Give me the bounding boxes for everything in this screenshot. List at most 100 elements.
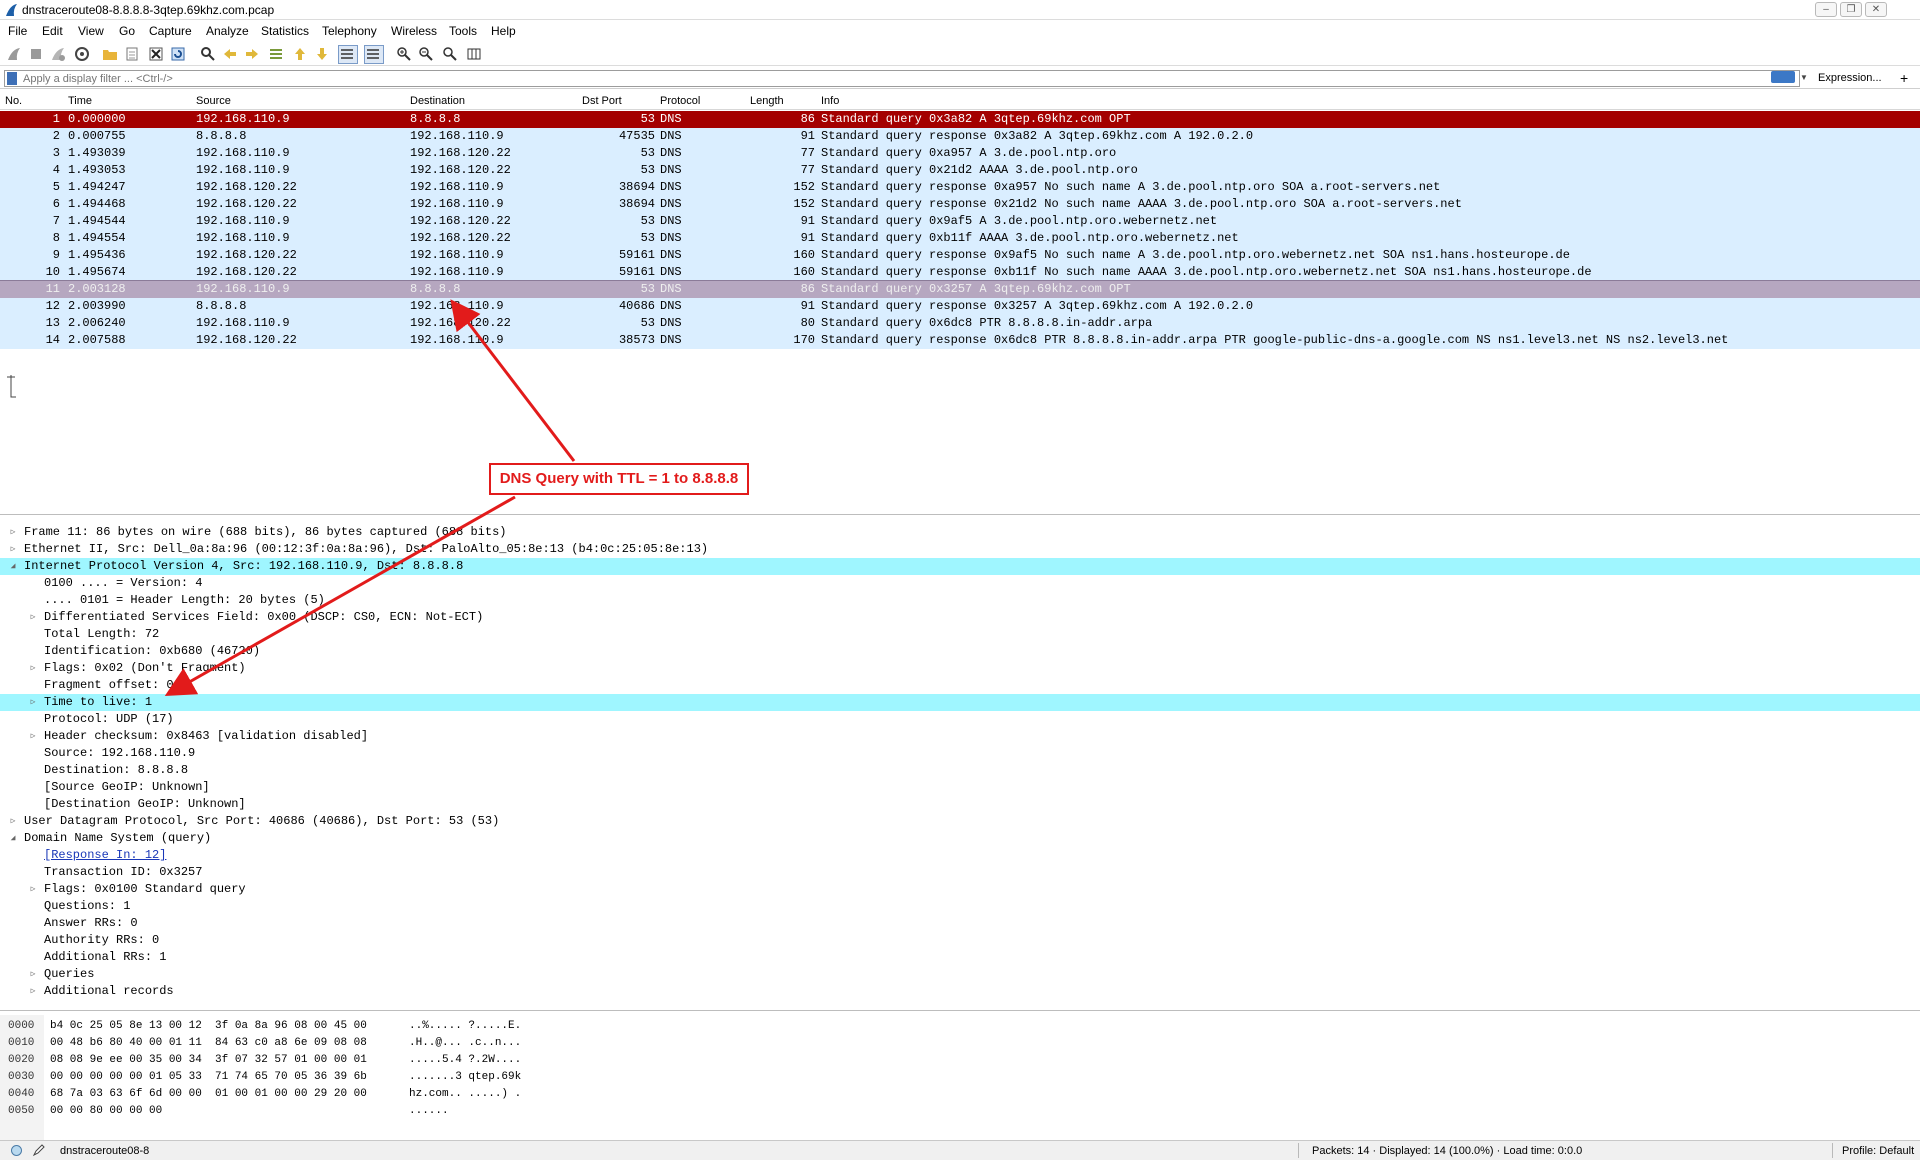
detail-tree-item[interactable]: ▷ User Datagram Protocol, Src Port: 40686… — [0, 813, 1920, 830]
detail-tree-item[interactable]: Destination: 8.8.8.8 — [0, 762, 1920, 779]
column-header-destination[interactable]: Destination — [410, 95, 465, 107]
column-header-time[interactable]: Time — [68, 95, 92, 107]
detail-tree-item[interactable]: ▷ Time to live: 1 — [0, 694, 1920, 711]
menu-statistics[interactable]: Statistics — [261, 24, 309, 38]
packet-row[interactable]: 14 2.007588 192.168.120.22 192.168.110.9 385… — [0, 332, 1920, 349]
expression-button[interactable]: Expression... — [1818, 72, 1882, 84]
packet-row[interactable]: 1 0.000000 192.168.110.9 8.8.8.8 53 DNS 86 Stan… — [0, 111, 1920, 128]
detail-tree-item[interactable]: Answer RRs: 0 — [0, 915, 1920, 932]
detail-tree-item[interactable]: ◢ Domain Name System (query) — [0, 830, 1920, 847]
bytes-hex[interactable]: 00 48 b6 80 40 00 01 11 84 63 c0 a8 6e 0… — [50, 1036, 367, 1050]
detail-tree-item[interactable]: [Destination GeoIP: Unknown] — [0, 796, 1920, 813]
last-packet-icon[interactable] — [314, 46, 330, 62]
filter-dropdown-icon[interactable]: ▼ — [1800, 73, 1810, 83]
bytes-ascii[interactable]: ..%..... ?.....E. — [409, 1019, 521, 1033]
go-forward-icon[interactable] — [244, 46, 260, 62]
bytes-ascii[interactable]: ...... — [409, 1104, 449, 1118]
collapsed-arrow-icon[interactable]: ▷ — [28, 728, 38, 745]
collapsed-arrow-icon[interactable]: ▷ — [28, 660, 38, 677]
packet-row[interactable]: 2 0.000755 8.8.8.8 192.168.110.9 47535 DNS 91 S… — [0, 128, 1920, 145]
detail-tree-item[interactable]: Authority RRs: 0 — [0, 932, 1920, 949]
bytes-hex[interactable]: b4 0c 25 05 8e 13 00 12 3f 0a 8a 96 08 0… — [50, 1019, 367, 1033]
packet-row[interactable]: 8 1.494554 192.168.110.9 192.168.120.22 53 DN… — [0, 230, 1920, 247]
start-capture-icon[interactable] — [6, 46, 22, 62]
colorize-icon[interactable] — [364, 45, 384, 64]
packet-row[interactable]: 11 2.003128 192.168.110.9 8.8.8.8 53 DNS 86 Sta… — [0, 280, 1920, 299]
detail-tree-item[interactable]: Source: 192.168.110.9 — [0, 745, 1920, 762]
collapsed-arrow-icon[interactable]: ▷ — [28, 983, 38, 1000]
packet-row[interactable]: 12 2.003990 8.8.8.8 192.168.110.9 40686 DNS 91… — [0, 298, 1920, 315]
detail-tree-item[interactable]: Questions: 1 — [0, 898, 1920, 915]
column-header-length[interactable]: Length — [750, 95, 784, 107]
menu-go[interactable]: Go — [119, 24, 135, 38]
detail-tree-item[interactable]: 0100 .... = Version: 4 — [0, 575, 1920, 592]
collapsed-arrow-icon[interactable]: ▷ — [28, 609, 38, 626]
menu-telephony[interactable]: Telephony — [322, 24, 377, 38]
menu-help[interactable]: Help — [491, 24, 516, 38]
column-header-protocol[interactable]: Protocol — [660, 95, 700, 107]
collapsed-arrow-icon[interactable]: ▷ — [8, 541, 18, 558]
packet-row[interactable]: 10 1.495674 192.168.120.22 192.168.110.9 591… — [0, 264, 1920, 281]
bytes-ascii[interactable]: hz.com.. .....) . — [409, 1087, 521, 1101]
restart-capture-icon[interactable] — [50, 46, 66, 62]
bookmark-icon[interactable] — [7, 72, 17, 85]
detail-tree-item[interactable]: Total Length: 72 — [0, 626, 1920, 643]
detail-tree-item[interactable]: ▷ Differentiated Services Field: 0x00 (DS… — [0, 609, 1920, 626]
packet-row[interactable]: 7 1.494544 192.168.110.9 192.168.120.22 53 DN… — [0, 213, 1920, 230]
open-file-icon[interactable] — [102, 46, 118, 62]
packet-row[interactable]: 5 1.494247 192.168.120.22 192.168.110.9 3869… — [0, 179, 1920, 196]
status-profile[interactable]: Profile: Default — [1842, 1145, 1914, 1157]
auto-scroll-icon[interactable] — [338, 45, 358, 64]
minimize-button[interactable]: – — [1815, 2, 1837, 17]
detail-tree-item[interactable]: Additional RRs: 1 — [0, 949, 1920, 966]
detail-tree-item[interactable]: ▷ Queries — [0, 966, 1920, 983]
menu-file[interactable]: File — [8, 24, 27, 38]
add-filter-button[interactable]: + — [1900, 70, 1908, 86]
display-filter-input[interactable] — [23, 71, 1763, 86]
detail-tree-item[interactable]: ▷ Flags: 0x02 (Don't Fragment) — [0, 660, 1920, 677]
bytes-hex[interactable]: 00 00 80 00 00 00 — [50, 1104, 162, 1118]
close-file-icon[interactable] — [148, 46, 164, 62]
column-header-no[interactable]: No. — [5, 95, 22, 107]
resize-columns-icon[interactable] — [466, 46, 482, 62]
packet-row[interactable]: 9 1.495436 192.168.120.22 192.168.110.9 5916… — [0, 247, 1920, 264]
menu-view[interactable]: View — [78, 24, 104, 38]
menu-edit[interactable]: Edit — [42, 24, 63, 38]
collapsed-arrow-icon[interactable]: ▷ — [28, 694, 38, 711]
detail-tree-item[interactable]: ◢ Internet Protocol Version 4, Src: 192.1… — [0, 558, 1920, 575]
packet-row[interactable]: 13 2.006240 192.168.110.9 192.168.120.22 53 D… — [0, 315, 1920, 332]
packet-row[interactable]: 6 1.494468 192.168.120.22 192.168.110.9 3869… — [0, 196, 1920, 213]
column-header-info[interactable]: Info — [821, 95, 839, 107]
menu-wireless[interactable]: Wireless — [391, 24, 437, 38]
first-packet-icon[interactable] — [292, 46, 308, 62]
zoom-in-icon[interactable] — [396, 46, 412, 62]
bytes-hex[interactable]: 08 08 9e ee 00 35 00 34 3f 07 32 57 01 0… — [50, 1053, 367, 1067]
detail-tree-item[interactable]: [Source GeoIP: Unknown] — [0, 779, 1920, 796]
response-in-link[interactable]: [Response In: 12] — [44, 847, 166, 864]
detail-tree-item[interactable]: ▷ Flags: 0x0100 Standard query — [0, 881, 1920, 898]
close-window-button[interactable]: ✕ — [1865, 2, 1887, 17]
apply-filter-arrow-icon[interactable] — [1771, 71, 1795, 83]
stop-capture-icon[interactable] — [28, 46, 44, 62]
detail-tree-item[interactable]: Fragment offset: 0 — [0, 677, 1920, 694]
collapsed-arrow-icon[interactable]: ▷ — [28, 966, 38, 983]
save-file-icon[interactable] — [124, 46, 140, 62]
detail-tree-item[interactable]: Transaction ID: 0x3257 — [0, 864, 1920, 881]
bytes-hex[interactable]: 00 00 00 00 00 01 05 33 71 74 65 70 05 3… — [50, 1070, 367, 1084]
bytes-ascii[interactable]: .......3 qtep.69k — [409, 1070, 521, 1084]
menu-analyze[interactable]: Analyze — [206, 24, 249, 38]
detail-tree-item[interactable]: ▷ Additional records — [0, 983, 1920, 1000]
detail-tree-item[interactable]: .... 0101 = Header Length: 20 bytes (5) — [0, 592, 1920, 609]
detail-tree-item[interactable]: ▷ Ethernet II, Src: Dell_0a:8a:96 (00:12:… — [0, 541, 1920, 558]
expanded-arrow-icon[interactable]: ◢ — [8, 558, 18, 575]
display-filter-field[interactable] — [4, 70, 1800, 87]
column-header-dst-port[interactable]: Dst Port — [582, 95, 622, 107]
restore-button[interactable]: ❐ — [1840, 2, 1862, 17]
bytes-hex[interactable]: 68 7a 03 63 6f 6d 00 00 01 00 01 00 00 2… — [50, 1087, 367, 1101]
edit-comment-icon[interactable] — [32, 1144, 45, 1157]
capture-options-icon[interactable] — [74, 46, 90, 62]
menu-capture[interactable]: Capture — [149, 24, 192, 38]
find-packet-icon[interactable] — [200, 46, 216, 62]
packet-row[interactable]: 4 1.493053 192.168.110.9 192.168.120.22 53 DN… — [0, 162, 1920, 179]
collapsed-arrow-icon[interactable]: ▷ — [28, 881, 38, 898]
